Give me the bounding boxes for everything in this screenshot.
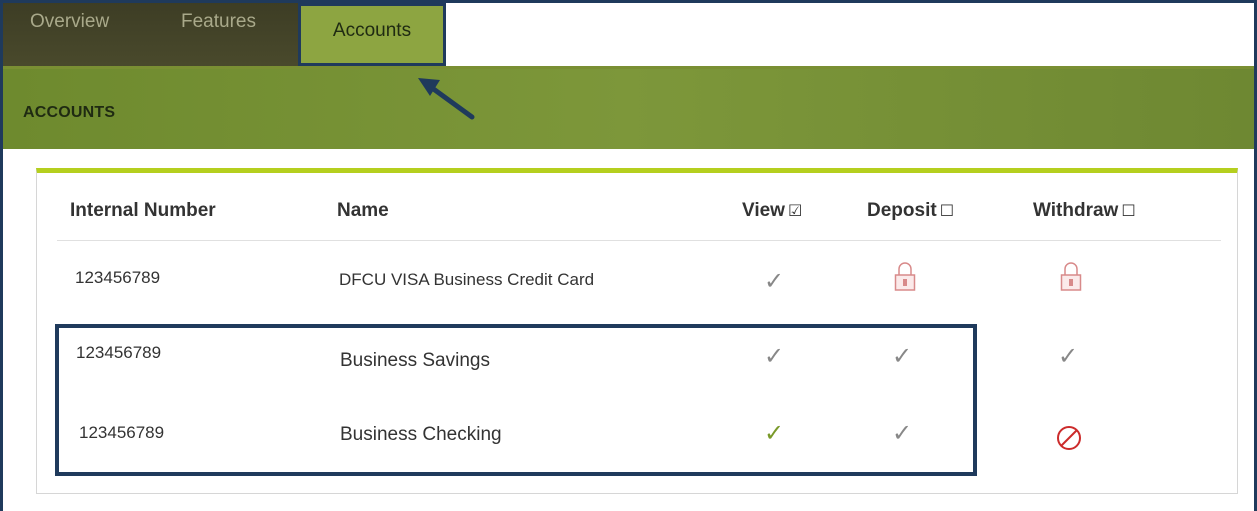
view-select-all-checkbox[interactable]: ☑ — [788, 201, 802, 221]
column-header-view-label: View — [742, 200, 785, 221]
column-header-view: View ☑ — [742, 200, 802, 222]
row-1-deposit-lock-icon — [894, 262, 916, 291]
header-divider — [57, 240, 1221, 241]
row-1-view-check-icon[interactable]: ✓ — [764, 270, 784, 294]
tab-bar: Overview Features — [3, 0, 1254, 70]
column-header-withdraw: Withdraw ☐ — [1033, 200, 1136, 222]
column-header-deposit: Deposit ☐ — [867, 200, 954, 222]
column-header-name: Name — [337, 200, 389, 221]
row-3-withdraw-no-access-icon — [1057, 426, 1081, 450]
highlight-box — [55, 324, 977, 476]
tab-overview[interactable]: Overview — [30, 0, 109, 55]
withdraw-select-all-checkbox[interactable]: ☐ — [1121, 201, 1135, 221]
column-header-deposit-label: Deposit — [867, 200, 937, 221]
row-1-name: DFCU VISA Business Credit Card — [339, 270, 595, 289]
tab-accounts[interactable]: Accounts — [298, 3, 446, 66]
section-header: ACCOUNTS — [3, 69, 1254, 149]
deposit-select-all-checkbox[interactable]: ☐ — [940, 201, 954, 221]
annotation-arrow-icon — [418, 78, 475, 120]
section-title: ACCOUNTS — [23, 104, 116, 121]
row-1-internal-number: 123456789 — [75, 268, 161, 287]
column-header-internal-number: Internal Number — [70, 200, 216, 221]
row-2-withdraw-check-icon[interactable]: ✓ — [1058, 345, 1078, 369]
row-1-withdraw-lock-icon — [1060, 262, 1082, 291]
column-header-withdraw-label: Withdraw — [1033, 200, 1119, 221]
tab-features[interactable]: Features — [181, 0, 256, 55]
